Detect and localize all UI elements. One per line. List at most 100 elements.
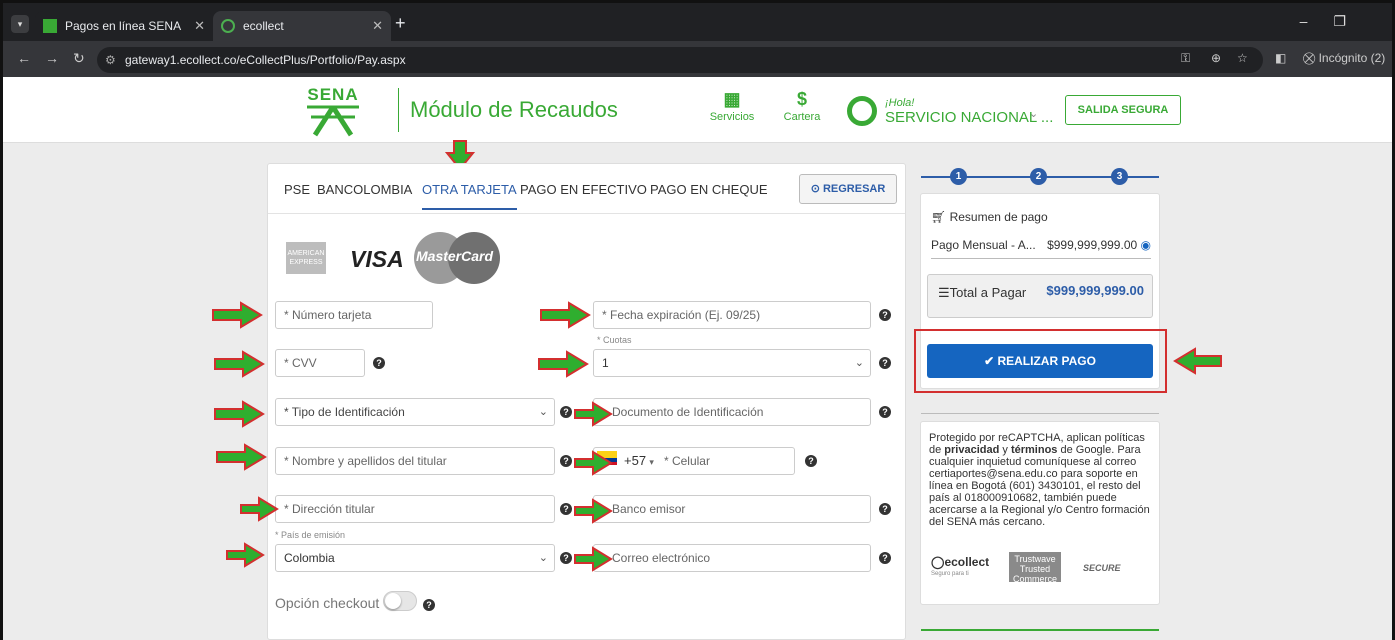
user-avatar-icon xyxy=(847,96,877,126)
step-2: 2 xyxy=(1030,168,1047,185)
info-panel: Protegido por reCAPTCHA, aplican polític… xyxy=(920,421,1160,605)
chevron-down-icon: ⌄ xyxy=(854,357,864,369)
visa-logo: VISA xyxy=(350,246,404,272)
tab-title: ecollect xyxy=(243,19,284,33)
annotation-arrow-right xyxy=(574,401,613,427)
nombre-titular-input[interactable]: * Nombre y apellidos del titular xyxy=(275,447,555,475)
help-icon[interactable]: ? xyxy=(560,552,572,564)
back-icon[interactable]: ← xyxy=(17,50,31,66)
servicios-button[interactable]: ▦ Servicios xyxy=(697,89,767,123)
key-icon[interactable]: ⚿ xyxy=(1181,51,1190,66)
reload-icon[interactable]: ↻ xyxy=(73,50,85,67)
security-badges: ◯ecollect Seguro para ti Trustwave Trust… xyxy=(931,552,1151,584)
documento-identificacion-input[interactable]: Documento de Identificación xyxy=(593,398,871,426)
address-bar: ← → ↻ ⚙ gateway1.ecollect.co/eCollectPlu… xyxy=(3,41,1392,77)
annotation-arrow-right xyxy=(212,301,263,329)
numero-tarjeta-input[interactable]: * Número tarjeta xyxy=(275,301,433,329)
help-icon[interactable]: ? xyxy=(879,503,891,515)
browser-window: ▾ Pagos en línea SENA ✕ ecollect ✕ + –❐ … xyxy=(0,0,1395,640)
step-1: 1 xyxy=(950,168,967,185)
page-title: Módulo de Recaudos xyxy=(410,97,618,122)
url-field[interactable]: ⚙ gateway1.ecollect.co/eCollectPlus/Port… xyxy=(97,47,1263,73)
help-icon[interactable]: ? xyxy=(560,503,572,515)
tab-pagos-sena[interactable]: Pagos en línea SENA ✕ xyxy=(35,11,213,41)
step-3: 3 xyxy=(1111,168,1128,185)
realizar-pago-button[interactable]: ✔ REALIZAR PAGO xyxy=(927,344,1153,378)
logout-button[interactable]: SALIDA SEGURA xyxy=(1065,95,1181,125)
grid-icon: ▦ xyxy=(723,89,741,109)
tipo-identificacion-select[interactable]: * Tipo de Identificación ⌄ xyxy=(275,398,555,426)
tab-search-button[interactable]: ▾ xyxy=(11,15,29,33)
checkout-label: Opción checkout xyxy=(275,595,380,611)
ecollect-logo-icon: ◯ xyxy=(931,555,945,569)
help-icon[interactable]: ? xyxy=(879,357,891,369)
greeting: ¡Hola! xyxy=(885,97,915,109)
checkout-toggle[interactable] xyxy=(383,591,417,611)
cvv-input[interactable]: * CVV xyxy=(275,349,365,377)
incognito-indicator[interactable]: ⛒ Incógnito (2) xyxy=(1303,51,1385,66)
tab-title: Pagos en línea SENA xyxy=(65,19,182,33)
cuotas-select[interactable]: 1 ⌄ xyxy=(593,349,871,377)
forward-icon[interactable]: → xyxy=(45,50,59,66)
check-circle-icon: ✔ xyxy=(984,354,998,368)
direccion-titular-input[interactable]: * Dirección titular xyxy=(275,495,555,523)
tab-otra-tarjeta[interactable]: OTRA TARJETA xyxy=(422,182,517,210)
help-icon[interactable]: ? xyxy=(805,455,817,467)
annotation-arrow-right xyxy=(240,496,279,522)
cuotas-label: * Cuotas xyxy=(597,335,632,345)
pais-label: * País de emisión xyxy=(275,530,346,540)
help-icon[interactable]: ? xyxy=(373,357,385,369)
annotation-arrow-right xyxy=(574,498,613,524)
incognito-icon: ⛒ xyxy=(1303,51,1319,65)
zoom-icon[interactable]: ⊕ xyxy=(1211,51,1221,65)
eye-icon[interactable]: ◉ xyxy=(1141,238,1151,252)
bookmark-star-icon[interactable]: ☆ xyxy=(1237,51,1248,65)
new-tab-button[interactable]: + xyxy=(395,13,406,34)
celular-input[interactable]: +57 ▾ * Celular xyxy=(593,447,795,475)
secure-badge: SECURE xyxy=(1083,563,1121,573)
title-divider xyxy=(398,88,399,132)
close-tab-icon[interactable]: ✕ xyxy=(372,18,383,34)
dollar-icon: $ xyxy=(796,89,807,109)
ecollect-favicon-icon xyxy=(221,19,235,33)
regresar-button[interactable]: ⊙ REGRESAR xyxy=(799,174,897,204)
correo-input[interactable]: Correo electrónico xyxy=(593,544,871,572)
tab-pago-efectivo[interactable]: PAGO EN EFECTIVO xyxy=(520,182,647,197)
phone-code-select[interactable]: +57 xyxy=(624,453,646,468)
cart-icon: 🛒︎ xyxy=(931,210,950,224)
privacidad-link[interactable]: privacidad xyxy=(944,444,999,456)
trustwave-badge[interactable]: Trustwave Trusted Commerce xyxy=(1009,552,1061,584)
sidepanel-icon[interactable]: ◧ xyxy=(1275,51,1286,65)
tab-pse[interactable]: PSE xyxy=(284,182,310,197)
annotation-arrow-left xyxy=(1173,347,1222,375)
summary-item: Pago Mensual - A... $999,999,999.00 ◉ xyxy=(931,238,1151,259)
fecha-expiracion-input[interactable]: * Fecha expiración (Ej. 09/25) xyxy=(593,301,871,329)
annotation-arrow-right xyxy=(574,450,613,476)
terminos-link[interactable]: términos xyxy=(1011,444,1057,456)
tab-ecollect[interactable]: ecollect ✕ xyxy=(213,11,391,41)
footer-accent-line xyxy=(921,629,1159,631)
annotation-arrow-right xyxy=(538,350,589,378)
cartera-button[interactable]: $ Cartera xyxy=(767,89,837,123)
help-icon[interactable]: ? xyxy=(879,406,891,418)
annotation-arrow-right xyxy=(540,301,591,329)
sena-logo: SENA xyxy=(301,85,365,137)
pais-select[interactable]: Colombia ⌄ xyxy=(275,544,555,572)
tab-pago-cheque[interactable]: PAGO EN CHEQUE xyxy=(650,182,768,197)
help-icon[interactable]: ? xyxy=(560,406,572,418)
tab-bar: ▾ Pagos en línea SENA ✕ ecollect ✕ + –❐ xyxy=(3,3,1392,41)
help-icon[interactable]: ? xyxy=(423,599,435,611)
annotation-arrow-right xyxy=(226,542,265,568)
annotation-arrow-right xyxy=(214,400,265,428)
help-icon[interactable]: ? xyxy=(879,309,891,321)
close-tab-icon[interactable]: ✕ xyxy=(194,18,205,34)
chevron-down-icon[interactable]: ⌄ xyxy=(1029,107,1038,120)
banco-emisor-input[interactable]: Banco emisor xyxy=(593,495,871,523)
chevron-down-icon: ⌄ xyxy=(538,406,548,418)
help-icon[interactable]: ? xyxy=(560,455,572,467)
sena-logo-icon xyxy=(307,105,359,137)
tab-bancolombia[interactable]: BANCOLOMBIA xyxy=(317,182,412,197)
help-icon[interactable]: ? xyxy=(879,552,891,564)
window-controls[interactable]: –❐ xyxy=(1300,13,1372,30)
site-info-icon[interactable]: ⚙ xyxy=(105,47,116,73)
